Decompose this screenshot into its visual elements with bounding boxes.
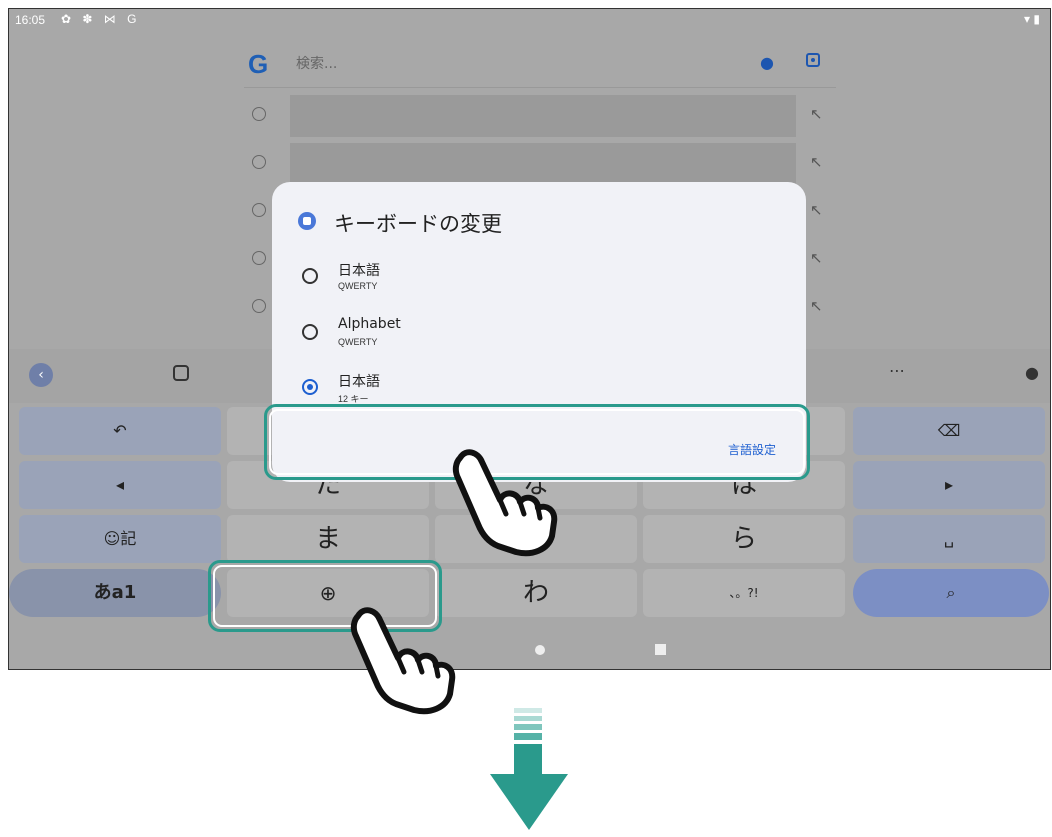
home-icon[interactable]: [535, 645, 545, 655]
search-key[interactable]: ⌕: [853, 569, 1049, 617]
key-ma[interactable]: ま: [227, 515, 429, 563]
key-ra[interactable]: ら: [643, 515, 845, 563]
tap-hand-icon: [350, 607, 456, 715]
keyboard-option[interactable]: 日本語 QWERTY: [302, 260, 742, 304]
history-clock-icon: [252, 299, 266, 313]
voice-search-icon[interactable]: ●: [760, 53, 774, 72]
option-label: 日本語: [338, 374, 380, 390]
history-clock-icon: [252, 251, 266, 265]
option-label: Alphabet: [338, 316, 401, 332]
punctuation-key[interactable]: 、。?!: [643, 569, 845, 617]
keyboard-mic-icon[interactable]: ●: [1025, 363, 1039, 382]
google-logo-icon: G: [248, 49, 269, 79]
keyboard-app-icon: [298, 212, 316, 230]
radio-button[interactable]: [302, 268, 318, 284]
history-clock-icon: [252, 203, 266, 217]
history-clock-icon: [252, 155, 266, 169]
undo-key[interactable]: ↶: [19, 407, 221, 455]
cursor-left-key[interactable]: ◂: [19, 461, 221, 509]
lens-icon[interactable]: [806, 53, 820, 67]
keyboard-option[interactable]: Alphabet QWERTY: [302, 316, 742, 360]
backspace-key[interactable]: ⌫: [853, 407, 1045, 455]
history-text: [290, 95, 796, 137]
option-sublabel: QWERTY: [338, 337, 378, 347]
status-time: 16:05: [15, 13, 46, 27]
search-bar[interactable]: G 検索... ●: [244, 39, 836, 88]
status-right-icons: ▾ ▮: [1024, 12, 1040, 26]
space-key[interactable]: ␣: [853, 515, 1045, 563]
history-item[interactable]: ↖: [244, 93, 836, 141]
navigation-bar: [9, 627, 1050, 669]
radio-button-selected[interactable]: [302, 379, 318, 395]
recents-icon[interactable]: [655, 644, 666, 655]
input-mode-key[interactable]: あa1: [9, 569, 221, 617]
history-text: [290, 143, 796, 185]
radio-button[interactable]: [302, 324, 318, 340]
status-icons: ✿ ✽ ⋈ G: [61, 12, 141, 26]
history-clock-icon: [252, 107, 266, 121]
option-sublabel: QWERTY: [338, 281, 378, 291]
cursor-right-key[interactable]: ▸: [853, 461, 1045, 509]
emoji-symbol-key[interactable]: ☺記: [19, 515, 221, 563]
search-input[interactable]: 検索...: [296, 53, 337, 73]
sticker-icon[interactable]: [173, 365, 189, 381]
dialog-title: キーボードの変更: [334, 212, 502, 236]
fill-query-arrow-icon[interactable]: ↖: [810, 249, 823, 267]
toolbar-back-icon[interactable]: ‹: [29, 363, 53, 387]
tap-hand-icon: [452, 449, 558, 557]
fill-query-arrow-icon[interactable]: ↖: [810, 297, 823, 315]
fill-query-arrow-icon[interactable]: ↖: [810, 201, 823, 219]
tablet-screen: 16:05 ✿ ✽ ⋈ G ▾ ▮ G 検索... ● ↖ ↖ ↖ ↖ ↖ ‹ …: [8, 8, 1051, 670]
status-bar: 16:05 ✿ ✽ ⋈ G ▾ ▮: [9, 9, 1050, 31]
fill-query-arrow-icon[interactable]: ↖: [810, 105, 823, 123]
more-icon[interactable]: ⋯: [889, 361, 905, 380]
option-label: 日本語: [338, 263, 380, 279]
down-arrow-icon: [490, 708, 568, 830]
fill-query-arrow-icon[interactable]: ↖: [810, 153, 823, 171]
